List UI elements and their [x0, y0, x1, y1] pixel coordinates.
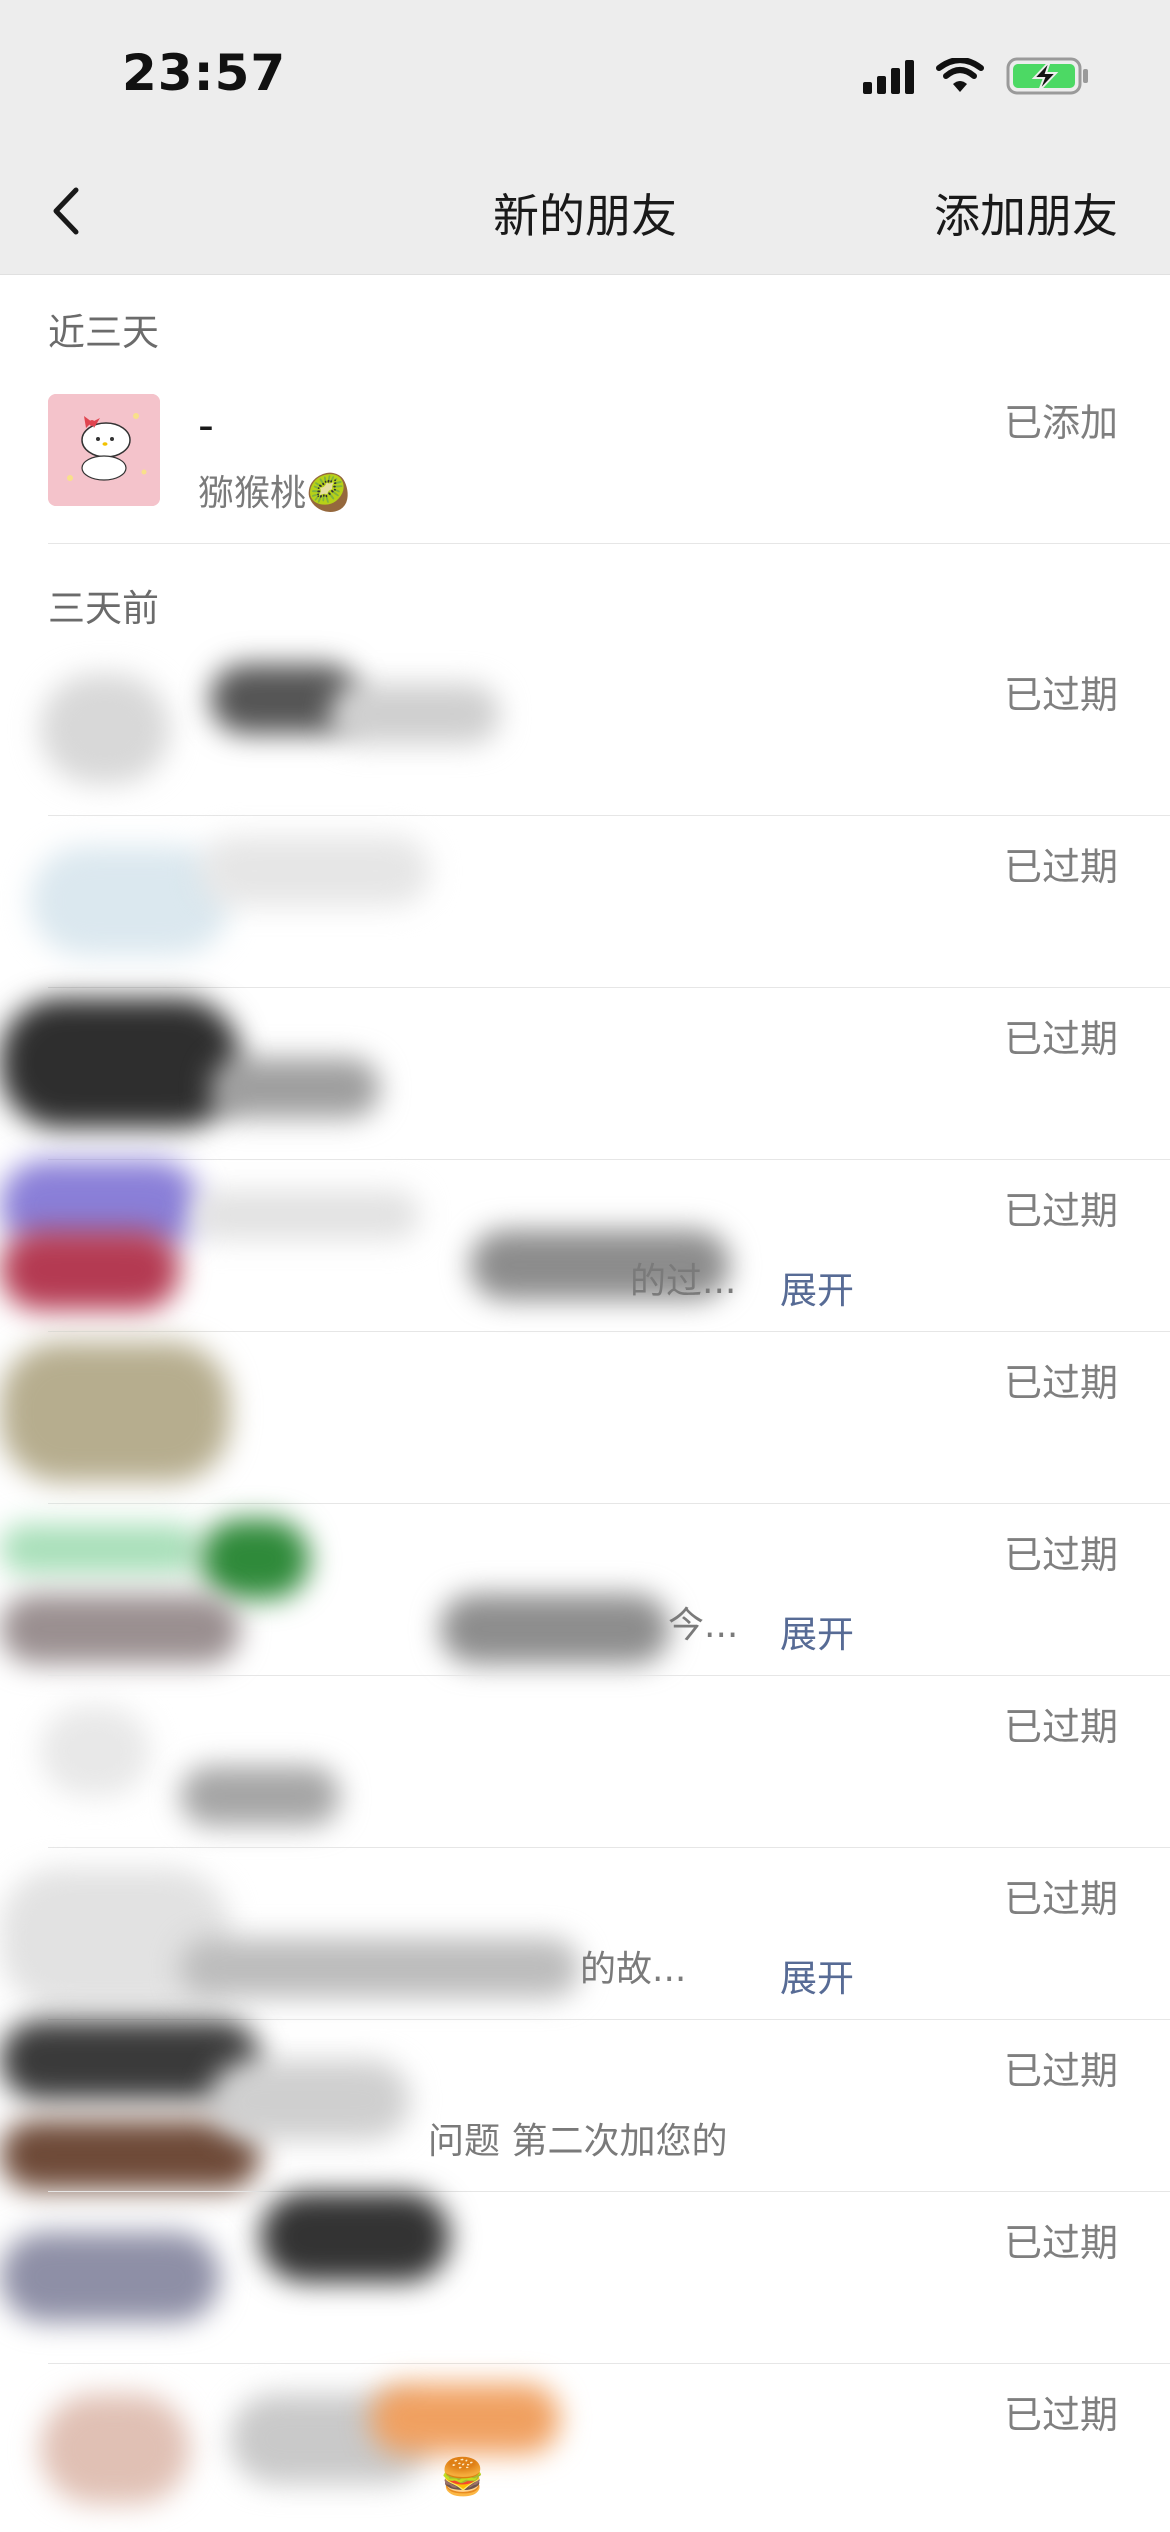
- request-message: 今...: [668, 1605, 739, 1646]
- friend-request-row[interactable]: 的故... 展开 已过期: [0, 1848, 1170, 2020]
- expand-link[interactable]: 展开: [780, 1260, 854, 1314]
- request-message: 问题 第二次加您的: [428, 2121, 728, 2162]
- blurred-name: [210, 2060, 410, 2140]
- wifi-icon: [936, 58, 984, 94]
- status-expired: 已过期: [1003, 1017, 1118, 1061]
- row-divider: [48, 543, 1170, 544]
- status-expired: 已过期: [1003, 1533, 1118, 1577]
- avatar: [40, 674, 170, 784]
- expand-link[interactable]: 展开: [780, 1948, 854, 2002]
- status-added: 已添加: [1003, 401, 1118, 445]
- avatar-overlap: [0, 1594, 240, 1664]
- status-expired: 已过期: [1003, 1877, 1118, 1921]
- request-message: 猕猴桃🥝: [198, 473, 351, 514]
- request-message: 的过...: [630, 1261, 737, 1302]
- status-expired: 已过期: [1003, 1361, 1118, 1405]
- blurred-message: [180, 1938, 580, 1998]
- avatar: [0, 998, 240, 1128]
- status-expired: 已过期: [1003, 845, 1118, 889]
- status-bar: 23:57: [0, 0, 1170, 150]
- battery-charging-icon: [1006, 56, 1090, 96]
- friend-request-row[interactable]: 🍔 已过期: [0, 2364, 1170, 2532]
- status-expired: 已过期: [1003, 1189, 1118, 1233]
- nav-bar: 新的朋友 添加朋友: [0, 150, 1170, 275]
- friend-request-row[interactable]: - 猕猴桃🥝 已添加: [0, 372, 1170, 544]
- avatar: [40, 1706, 150, 1796]
- blurred-message: [330, 684, 500, 744]
- avatar: [0, 1524, 200, 1574]
- friend-request-row[interactable]: 今... 展开 已过期: [0, 1504, 1170, 1676]
- status-icons: [863, 52, 1090, 100]
- section-label-older: 三天前: [48, 587, 159, 630]
- friend-request-row[interactable]: 已过期: [0, 816, 1170, 988]
- friend-request-row[interactable]: 已过期: [0, 1676, 1170, 1848]
- blurred-name-accent: [370, 2384, 560, 2454]
- avatar: [40, 2394, 190, 2504]
- status-expired: 已过期: [1003, 2393, 1118, 2437]
- friend-request-row[interactable]: 问题 第二次加您的 已过期: [0, 2020, 1170, 2192]
- avatar: [0, 1342, 230, 1482]
- status-expired: 已过期: [1003, 1705, 1118, 1749]
- blurred-name: [200, 836, 430, 906]
- status-time: 23:57: [122, 44, 287, 102]
- contact-name: -: [198, 400, 214, 451]
- friend-request-row[interactable]: 已过期: [0, 988, 1170, 1160]
- avatar: [48, 394, 160, 506]
- blurred-name: [200, 1519, 310, 1599]
- blurred-name: [210, 1058, 380, 1118]
- friend-request-row[interactable]: 的过... 展开 已过期: [0, 1160, 1170, 1332]
- friend-request-row[interactable]: 已过期: [0, 1332, 1170, 1504]
- section-label-recent: 近三天: [48, 311, 159, 354]
- blurred-name: [260, 2192, 450, 2282]
- avatar-overlap: [0, 2120, 260, 2190]
- blurred-name: [190, 1190, 420, 1240]
- avatar: [0, 2232, 220, 2322]
- add-friend-button[interactable]: 添加朋友: [934, 180, 1118, 246]
- request-message: 的故...: [580, 1949, 687, 1990]
- status-expired: 已过期: [1003, 673, 1118, 717]
- status-expired: 已过期: [1003, 2049, 1118, 2093]
- friend-request-row[interactable]: 已过期: [0, 644, 1170, 816]
- request-message: 🍔: [440, 2457, 485, 2498]
- blurred-name: [180, 1766, 340, 1826]
- expand-link[interactable]: 展开: [780, 1604, 854, 1658]
- avatar-overlap: [0, 1230, 180, 1310]
- friend-request-row[interactable]: 已过期: [0, 2192, 1170, 2364]
- status-expired: 已过期: [1003, 2221, 1118, 2265]
- blurred-message: [440, 1594, 670, 1664]
- cellular-signal-icon: [863, 58, 914, 94]
